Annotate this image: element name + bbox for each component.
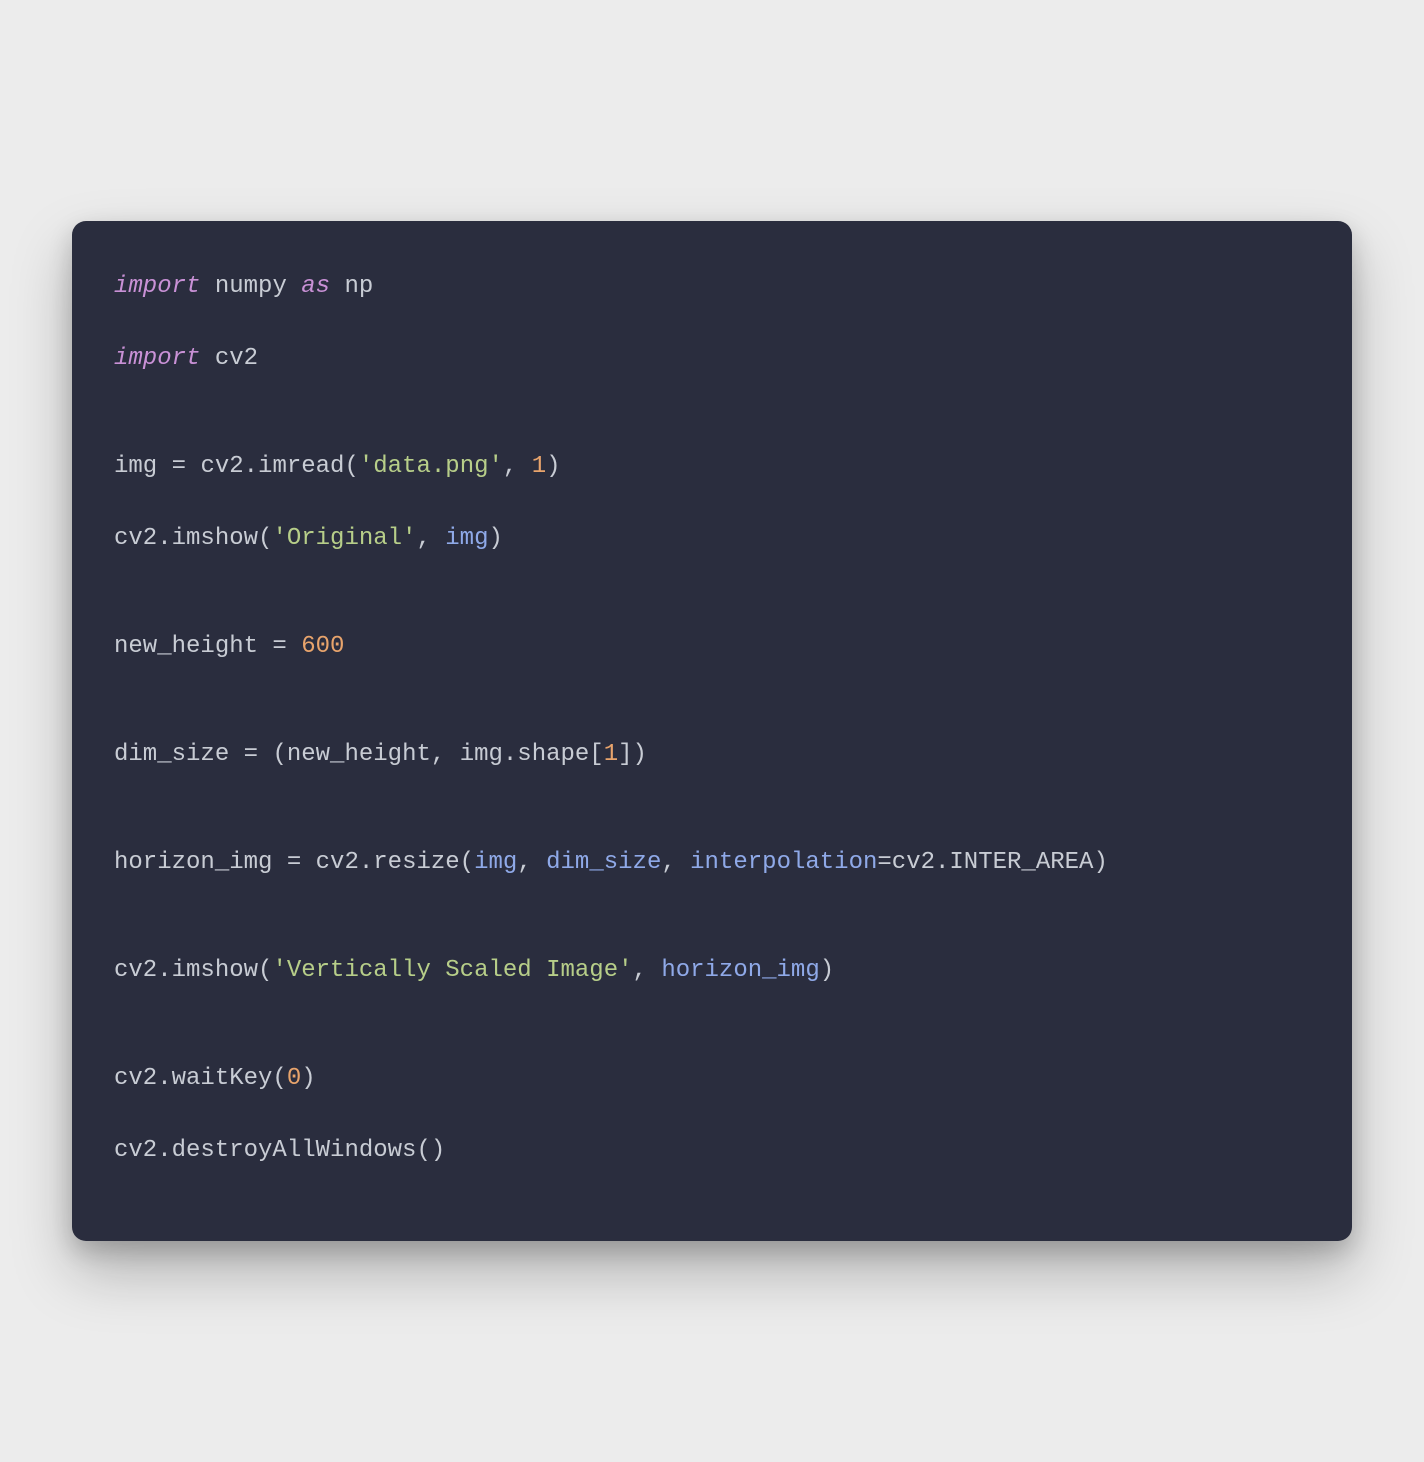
call-resize: cv2.resize(: [316, 849, 474, 876]
module-cv2: cv2: [215, 345, 258, 372]
blank-line: [114, 701, 1310, 737]
blank-line: [114, 413, 1310, 449]
blank-line: [114, 881, 1310, 917]
ref-new-height: new_height: [287, 741, 431, 768]
blank-line: [114, 1097, 1310, 1133]
call-destroy-all-windows: cv2.destroyAllWindows(): [114, 1137, 445, 1164]
img-shape: img.shape[: [460, 741, 604, 768]
arg-horizon-img: horizon_img: [661, 957, 819, 984]
call-imread: cv2.imread(: [200, 453, 358, 480]
blank-line: [114, 305, 1310, 341]
blank-line: [114, 593, 1310, 629]
keyword-import: import: [114, 273, 200, 300]
keyword-as: as: [301, 273, 330, 300]
code-line-4: cv2.imshow('Original', img): [114, 521, 1310, 557]
blank-line: [114, 917, 1310, 953]
string-data-png: 'data.png': [359, 453, 503, 480]
call-waitkey: cv2.waitKey(: [114, 1065, 287, 1092]
number-1: 1: [604, 741, 618, 768]
code-line-7: horizon_img = cv2.resize(img, dim_size, …: [114, 845, 1310, 881]
call-imshow: cv2.imshow(: [114, 525, 272, 552]
blank-line: [114, 557, 1310, 593]
code-line-2: import cv2: [114, 341, 1310, 377]
code-card: import numpy as np import cv2 img = cv2.…: [72, 221, 1352, 1241]
var-img: img: [114, 453, 157, 480]
arg-dim-size: dim_size: [546, 849, 661, 876]
kwarg-interpolation: interpolation: [690, 849, 877, 876]
module-numpy: numpy: [215, 273, 287, 300]
code-line-5: new_height = 600: [114, 629, 1310, 665]
blank-line: [114, 989, 1310, 1025]
number-600: 600: [301, 633, 344, 660]
number-0: 0: [287, 1065, 301, 1092]
string-original: 'Original': [272, 525, 416, 552]
blank-line: [114, 485, 1310, 521]
code-line-6: dim_size = (new_height, img.shape[1]): [114, 737, 1310, 773]
arg-img: img: [474, 849, 517, 876]
var-horizon-img: horizon_img: [114, 849, 272, 876]
number-1: 1: [532, 453, 546, 480]
var-dim-size: dim_size: [114, 741, 229, 768]
code-line-8: cv2.imshow('Vertically Scaled Image', ho…: [114, 953, 1310, 989]
code-line-3: img = cv2.imread('data.png', 1): [114, 449, 1310, 485]
var-new-height: new_height: [114, 633, 258, 660]
code-line-9: cv2.waitKey(0): [114, 1061, 1310, 1097]
blank-line: [114, 1025, 1310, 1061]
arg-img: img: [445, 525, 488, 552]
blank-line: [114, 665, 1310, 701]
const-inter-area: cv2.INTER_AREA: [892, 849, 1094, 876]
alias-np: np: [344, 273, 373, 300]
call-imshow: cv2.imshow(: [114, 957, 272, 984]
code-line-10: cv2.destroyAllWindows(): [114, 1133, 1310, 1169]
code-line-1: import numpy as np: [114, 269, 1310, 305]
string-vertically-scaled: 'Vertically Scaled Image': [272, 957, 632, 984]
blank-line: [114, 809, 1310, 845]
blank-line: [114, 377, 1310, 413]
blank-line: [114, 773, 1310, 809]
keyword-import: import: [114, 345, 200, 372]
